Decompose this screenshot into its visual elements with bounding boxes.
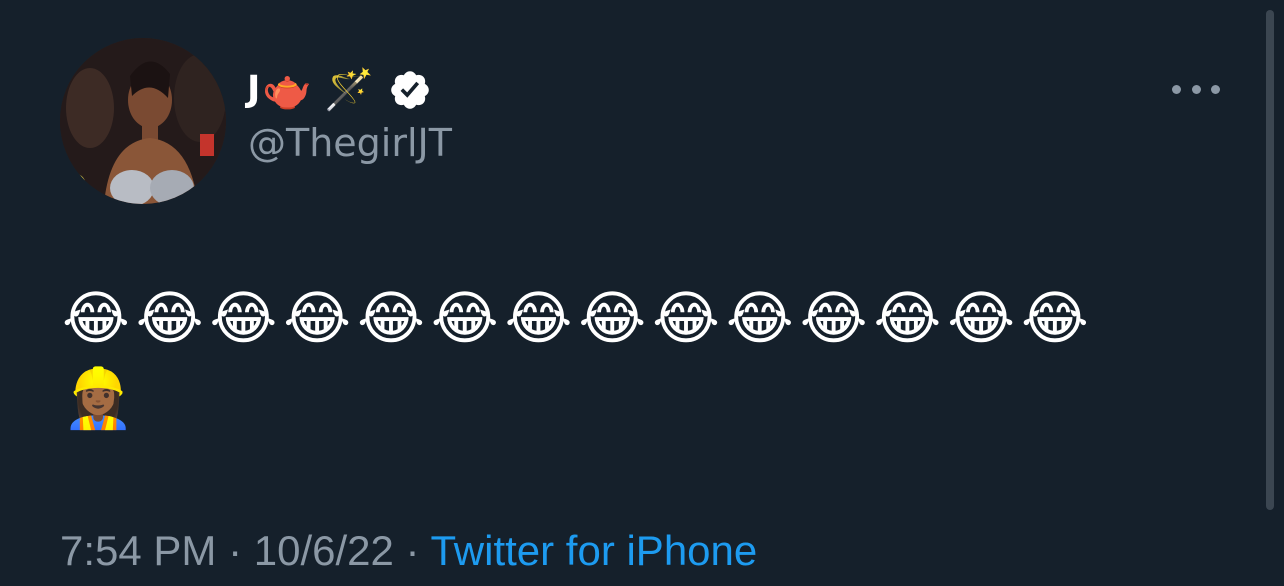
scrollbar[interactable] bbox=[1266, 10, 1274, 510]
tweet-text: 😂😂😂😂😂😂😂😂😂😂😂😂😂😂 👷🏾‍♀️ bbox=[62, 284, 1095, 432]
tweet-source-link[interactable]: Twitter for iPhone bbox=[430, 527, 757, 574]
avatar-photo bbox=[60, 38, 226, 204]
tweet-meta: 7:54 PM · 10/6/22 · Twitter for iPhone bbox=[60, 524, 757, 578]
more-dot bbox=[1191, 84, 1201, 94]
more-horizontal-icon[interactable] bbox=[1172, 78, 1220, 100]
more-dot bbox=[1172, 84, 1181, 94]
tweet-detail: J 🫖 🪄 @ThegirlJT 😂😂😂😂😂😂😂😂😂😂😂😂😂😂 👷🏾‍♀️ 7:… bbox=[0, 0, 1284, 586]
teapot-emoji-icon: 🫖 bbox=[262, 67, 313, 113]
verified-badge-icon[interactable] bbox=[388, 68, 432, 112]
author-handle[interactable]: @ThegirlJT bbox=[248, 124, 452, 162]
magic-wand-emoji-icon: 🪄 bbox=[324, 67, 375, 113]
more-dot bbox=[1211, 84, 1220, 94]
display-name[interactable]: J bbox=[247, 72, 260, 108]
tweet-timestamp[interactable]: 7:54 PM · 10/6/22 · bbox=[60, 527, 430, 574]
author-name-row[interactable]: J 🫖 🪄 bbox=[247, 64, 432, 116]
avatar[interactable] bbox=[60, 38, 226, 204]
